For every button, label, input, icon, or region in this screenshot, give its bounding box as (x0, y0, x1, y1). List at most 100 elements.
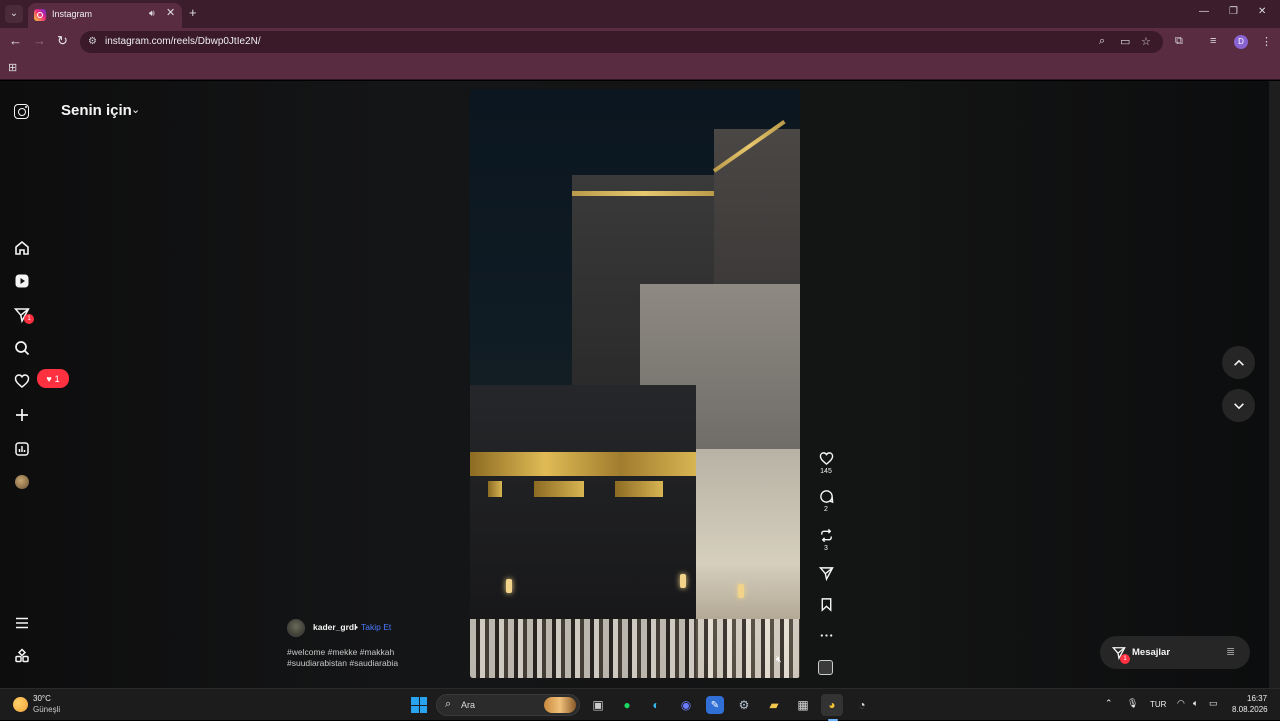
share-button[interactable] (814, 566, 838, 581)
more-menu-icon[interactable] (13, 614, 31, 632)
video-kiswah-panel (488, 481, 502, 497)
more-dots-icon (820, 634, 832, 637)
taskbar-search[interactable]: ⌕ Ara (436, 694, 580, 716)
messages-pill[interactable]: 1 Mesajlar ≣ (1100, 636, 1250, 669)
spotify-icon[interactable]: ● (616, 694, 638, 716)
address-bar[interactable]: ⚙ instagram.com/reels/Dbwp0JtIe2N/ ⌕ ▭ ☆ (80, 31, 1163, 53)
instagram-logo-icon[interactable] (14, 104, 29, 119)
previous-reel-button[interactable] (1222, 346, 1255, 379)
restore-button[interactable]: ❐ (1229, 6, 1238, 17)
url-text: instagram.com/reels/Dbwp0JtIe2N/ (105, 36, 261, 47)
notification-count-pill[interactable]: ♥ 1 (37, 369, 69, 388)
repost-button[interactable]: 3 (814, 528, 838, 552)
file-explorer-icon[interactable]: ▰ (763, 694, 785, 716)
video-crowd (470, 619, 800, 678)
minimize-button[interactable]: — (1199, 6, 1209, 17)
tab-close-icon[interactable]: ✕ (166, 6, 175, 19)
language-indicator[interactable]: TUR (1150, 700, 1166, 709)
discord-icon[interactable]: ◉ (675, 694, 697, 716)
profile-avatar-sidebar[interactable] (15, 475, 29, 489)
task-view-icon[interactable]: ▣ (587, 694, 609, 716)
drawing-app-icon[interactable]: ✎ (706, 696, 724, 714)
profile-avatar[interactable]: D (1234, 35, 1248, 49)
clock-time[interactable]: 16:37 (1247, 694, 1267, 703)
chevron-down-icon[interactable]: ⌄ (131, 103, 140, 116)
close-window-button[interactable]: ✕ (1258, 6, 1266, 17)
forward-icon[interactable]: → (33, 34, 46, 48)
search-icon[interactable] (13, 339, 31, 357)
create-plus-icon[interactable] (13, 406, 31, 424)
author-separator: • (355, 622, 358, 632)
messages-pill-badge: 1 (1120, 654, 1130, 664)
microphone-icon[interactable]: 🎙︎ (1127, 698, 1138, 709)
video-lamp (680, 574, 686, 588)
video-kiswah-panel (615, 481, 663, 497)
tab-audio-icon[interactable]: 🔊︎ (149, 8, 155, 19)
new-tab-button[interactable]: + (189, 6, 197, 19)
search-placeholder: Ara (461, 700, 476, 710)
menu-dots-icon[interactable]: ⋮ (1261, 35, 1272, 48)
zoom-icon[interactable]: ⌕ (1099, 35, 1105, 48)
video-kiswah-panel (534, 481, 584, 497)
wifi-icon[interactable]: ◠ (1177, 698, 1185, 709)
browser-toolbar: ← → ↻ ⚙ instagram.com/reels/Dbwp0JtIe2N/… (0, 28, 1280, 56)
reels-icon[interactable] (13, 272, 31, 290)
sun-icon[interactable] (13, 697, 28, 712)
back-icon[interactable]: ← (9, 34, 22, 48)
video-lamp (738, 584, 744, 598)
repost-icon (820, 528, 832, 543)
bookmark-star-icon[interactable]: ☆ (1141, 35, 1151, 48)
comment-count: 2 (824, 506, 828, 513)
browser-tab-bar: ⌄ Instagram 🔊︎ ✕ + — ❐ ✕ (0, 0, 1280, 28)
audio-thumbnail[interactable] (818, 660, 833, 675)
windows-start-icon[interactable] (411, 697, 427, 713)
author-avatar[interactable] (287, 619, 305, 637)
chrome-icon[interactable]: ◕ (821, 694, 843, 716)
browser-tab-instagram[interactable]: Instagram 🔊︎ ✕ (28, 3, 182, 28)
search-highlight-image (544, 697, 576, 713)
bookmark-icon (821, 598, 831, 612)
weather-temperature[interactable]: 30°C (33, 694, 51, 703)
tab-title: Instagram (52, 9, 93, 19)
clock-date[interactable]: 8.08.2026 (1232, 705, 1268, 714)
save-button[interactable] (814, 597, 838, 612)
reel-video[interactable]: 🔇︎ (470, 89, 800, 678)
notifications-heart-icon[interactable] (13, 372, 31, 390)
edge-icon[interactable]: ◐ (645, 694, 667, 716)
microsoft-store-icon[interactable]: ▦ (792, 694, 814, 716)
battery-icon[interactable]: ▭ (1209, 698, 1218, 709)
follow-button[interactable]: Takip Et (361, 622, 391, 632)
also-from-meta-icon[interactable] (13, 647, 31, 665)
extensions-icon[interactable]: ⧉ (1175, 35, 1183, 48)
reload-icon[interactable]: ↻ (57, 34, 68, 48)
notification-count: 1 (54, 373, 60, 384)
share-icon (818, 567, 834, 581)
media-controls-icon[interactable]: ≡ (1210, 35, 1216, 47)
steam-icon[interactable]: ⚙ (733, 694, 755, 716)
chevron-down-icon (1233, 402, 1244, 409)
like-button[interactable]: 145 (814, 451, 838, 475)
reel-caption[interactable]: #welcome #mekke #makkah #suudiarabistan … (287, 647, 427, 669)
tab-search-dropdown-icon[interactable]: ⌄ (5, 5, 23, 23)
chevron-up-icon (1233, 359, 1244, 366)
page-scrollbar[interactable] (1269, 81, 1280, 688)
comment-button[interactable]: 2 (814, 489, 838, 513)
author-username[interactable]: kader_grdl (313, 622, 356, 632)
next-reel-button[interactable] (1222, 389, 1255, 422)
weather-description[interactable]: Güneşli (33, 705, 60, 714)
volume-icon[interactable]: 🔈︎ (1193, 698, 1198, 709)
apps-grid-icon[interactable]: ⊞ (8, 61, 17, 74)
windows-taskbar: 30°C Güneşli ⌕ Ara ▣ ● ◐ ◉ ✎ ⚙ ▰ ▦ ◕ ◔ ⌃… (0, 688, 1280, 721)
mute-icon[interactable]: 🔇︎ (776, 654, 782, 665)
home-icon[interactable] (13, 239, 31, 257)
cast-icon[interactable]: ▭ (1120, 35, 1130, 48)
dashboard-chart-icon[interactable] (13, 440, 31, 458)
instagram-favicon-icon (34, 9, 46, 21)
site-info-icon[interactable]: ⚙ (88, 36, 97, 47)
tray-overflow-icon[interactable]: ⌃ (1105, 698, 1113, 709)
bookmarks-bar: ⊞ (0, 56, 1280, 80)
feed-title[interactable]: Senin için (61, 102, 132, 119)
chrome-profile-icon[interactable]: ◔ (851, 694, 873, 716)
comment-icon (819, 490, 833, 504)
more-options-button[interactable] (814, 628, 838, 643)
